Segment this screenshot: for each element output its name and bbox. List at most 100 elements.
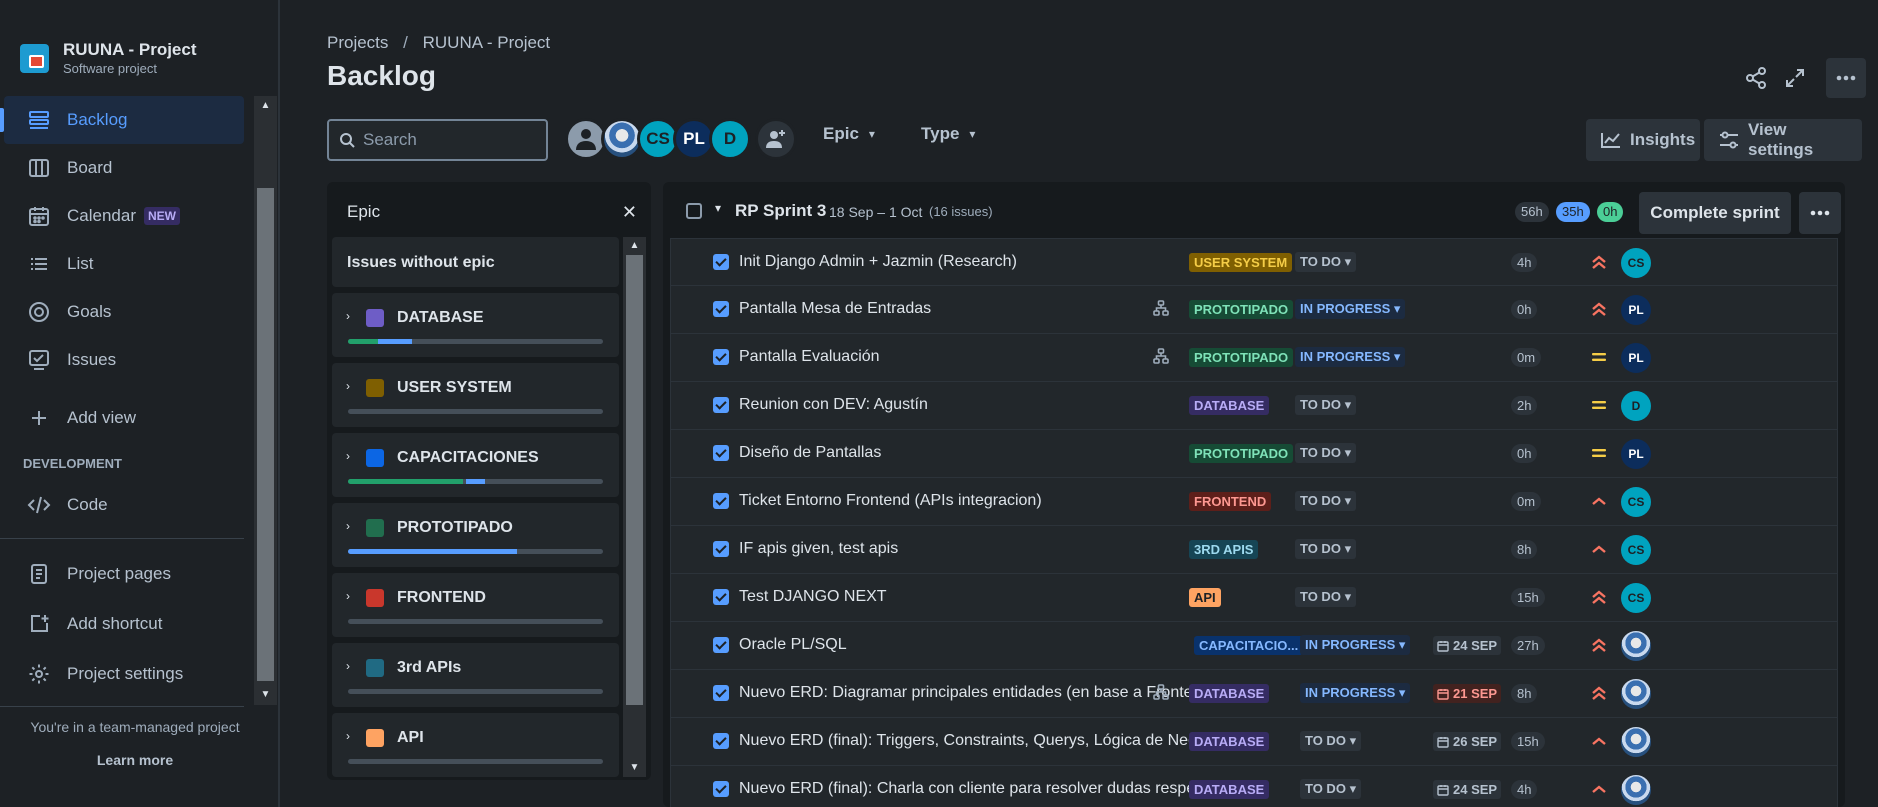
scrollbar-thumb[interactable] [257,188,274,681]
add-people-button[interactable] [755,118,797,160]
breadcrumb-project[interactable]: RUUNA - Project [423,33,551,52]
view-settings-button[interactable]: View settings [1704,119,1862,161]
avatar-d[interactable]: D [709,118,751,160]
estimate-badge[interactable]: 0h [1511,444,1538,463]
assignee-avatar[interactable] [1621,631,1651,661]
type-filter-button[interactable]: Type ▾ [921,124,975,144]
scroll-down-arrow-icon[interactable]: ▼ [623,759,646,777]
status-dropdown[interactable]: TO DO ▾ [1295,443,1357,463]
sidebar-item-issues[interactable]: Issues [0,336,244,384]
estimate-badge[interactable]: 0h [1511,300,1538,319]
sprint-more-button[interactable] [1799,192,1841,234]
estimate-badge[interactable]: 27h [1511,636,1545,655]
scroll-up-arrow-icon[interactable]: ▲ [623,237,646,255]
child-issues-icon[interactable] [1153,300,1169,319]
issue-summary[interactable]: Reunion con DEV: Agustín [739,396,1259,414]
epic-lozenge[interactable]: PROTOTIPADO [1189,348,1294,367]
epic-lozenge[interactable]: USER SYSTEM [1189,253,1293,272]
epic-item[interactable]: › USER SYSTEM [332,363,619,427]
search-box[interactable] [327,119,548,161]
epic-filter-button[interactable]: Epic ▾ [823,124,875,144]
sidebar-item-backlog[interactable]: Backlog [0,96,244,144]
close-icon[interactable]: ✕ [622,202,637,223]
sidebar-item-list[interactable]: List [0,240,244,288]
sidebar-item-calendar[interactable]: Calendar NEW [0,192,244,240]
status-dropdown[interactable]: IN PROGRESS ▾ [1295,299,1406,319]
sprint-select-checkbox[interactable] [686,203,702,219]
status-dropdown[interactable]: TO DO ▾ [1295,539,1357,559]
assignee-avatar[interactable]: PL [1621,439,1651,469]
epic-item[interactable]: › DATABASE [332,293,619,357]
issue-row[interactable]: Nuevo ERD (final): Charla con cliente pa… [670,766,1838,807]
assignee-avatar[interactable]: D [1621,391,1651,421]
complete-sprint-button[interactable]: Complete sprint [1639,192,1791,234]
issue-summary[interactable]: IF apis given, test apis [739,540,1259,558]
scroll-up-arrow-icon[interactable]: ▲ [254,96,277,116]
epic-item[interactable]: › API [332,713,619,777]
estimate-badge[interactable]: 8h [1511,540,1538,559]
estimate-badge[interactable]: 4h [1511,253,1538,272]
issue-summary[interactable]: Ticket Entorno Frontend (APIs integracio… [739,492,1259,510]
issue-row[interactable]: Nuevo ERD: Diagramar principales entidad… [670,670,1838,718]
epic-lozenge[interactable]: DATABASE [1189,396,1270,415]
issue-row[interactable]: Reunion con DEV: Agustín DATABASE TO DO ▾ 2… [670,382,1838,430]
issue-summary[interactable]: Test DJANGO NEXT [739,588,1259,606]
sidebar-item-board[interactable]: Board [0,144,244,192]
issue-row[interactable]: Pantalla Evaluación PROTOTIPADO IN PROGRES… [670,334,1838,382]
issue-row[interactable]: Diseño de Pantallas PROTOTIPADO TO DO ▾ 0h P… [670,430,1838,478]
assignee-avatar[interactable] [1621,679,1651,709]
epic-lozenge[interactable]: DATABASE [1189,780,1270,799]
sidebar-item-goals[interactable]: Goals [0,288,244,336]
epic-lozenge[interactable]: DATABASE [1189,684,1270,703]
issue-row[interactable]: Init Django Admin + Jazmin (Research) USE… [670,238,1838,286]
estimate-badge[interactable]: 0m [1511,492,1542,511]
scrollbar-thumb[interactable] [626,255,643,705]
assignee-avatar[interactable]: CS [1621,535,1651,565]
status-dropdown[interactable]: TO DO ▾ [1295,252,1357,272]
sidebar-item-project-settings[interactable]: Project settings [0,649,244,699]
epic-lozenge[interactable]: PROTOTIPADO [1189,300,1294,319]
sidebar-item-add-shortcut[interactable]: Add shortcut [0,599,244,649]
status-dropdown[interactable]: TO DO ▾ [1300,779,1362,799]
assignee-avatar[interactable]: CS [1621,583,1651,613]
epic-lozenge[interactable]: CAPACITACIO... [1194,636,1304,655]
issue-row[interactable]: Test DJANGO NEXT API TO DO ▾ 15h CS [670,574,1838,622]
breadcrumb-projects[interactable]: Projects [327,33,388,52]
epic-item[interactable]: › PROTOTIPADO [332,503,619,567]
issue-row[interactable]: IF apis given, test apis 3RD APIS TO DO ▾ 8… [670,526,1838,574]
epic-lozenge[interactable]: 3RD APIS [1189,540,1259,559]
estimate-badge[interactable]: 15h [1511,588,1545,607]
issue-row[interactable]: Ticket Entorno Frontend (APIs integracio… [670,478,1838,526]
status-dropdown[interactable]: IN PROGRESS ▾ [1300,635,1411,655]
status-dropdown[interactable]: TO DO ▾ [1300,731,1362,751]
status-dropdown[interactable]: TO DO ▾ [1295,491,1357,511]
epic-lozenge[interactable]: API [1189,588,1221,607]
assignee-avatar[interactable]: PL [1621,295,1651,325]
assignee-avatar[interactable] [1621,727,1651,757]
project-header[interactable]: RUUNA - Project Software project [20,40,197,76]
epic-lozenge[interactable]: FRONTEND [1189,492,1272,511]
estimate-badge[interactable]: 0m [1511,348,1542,367]
insights-button[interactable]: Insights [1586,119,1700,161]
issue-summary[interactable]: Init Django Admin + Jazmin (Research) [739,253,1259,271]
issue-summary[interactable]: Oracle PL/SQL [739,636,1259,654]
assignee-avatar[interactable]: CS [1621,487,1651,517]
issue-row[interactable]: Nuevo ERD (final): Triggers, Constraints… [670,718,1838,766]
search-input[interactable] [363,130,523,150]
scroll-down-arrow-icon[interactable]: ▼ [254,685,277,705]
estimate-badge[interactable]: 8h [1511,684,1538,703]
issue-summary[interactable]: Diseño de Pantallas [739,444,1259,462]
sidebar-item-add-view[interactable]: Add view [0,394,244,442]
sidebar-scrollbar[interactable]: ▲ ▼ [254,96,277,705]
issue-summary[interactable]: Pantalla Evaluación [739,348,1259,366]
status-dropdown[interactable]: TO DO ▾ [1295,587,1357,607]
assignee-avatar[interactable]: CS [1621,248,1651,278]
issue-row[interactable]: Oracle PL/SQL CAPACITACIO... IN PROGRESS ▾… [670,622,1838,670]
estimate-badge[interactable]: 2h [1511,396,1538,415]
more-actions-button[interactable] [1826,58,1866,98]
epic-lozenge[interactable]: DATABASE [1189,732,1270,751]
sidebar-item-code[interactable]: Code [0,481,244,529]
child-issues-icon[interactable] [1153,684,1169,703]
issue-summary[interactable]: Nuevo ERD (final): Charla con cliente pa… [739,780,1259,798]
issue-summary[interactable]: Nuevo ERD: Diagramar principales entidad… [739,684,1259,702]
